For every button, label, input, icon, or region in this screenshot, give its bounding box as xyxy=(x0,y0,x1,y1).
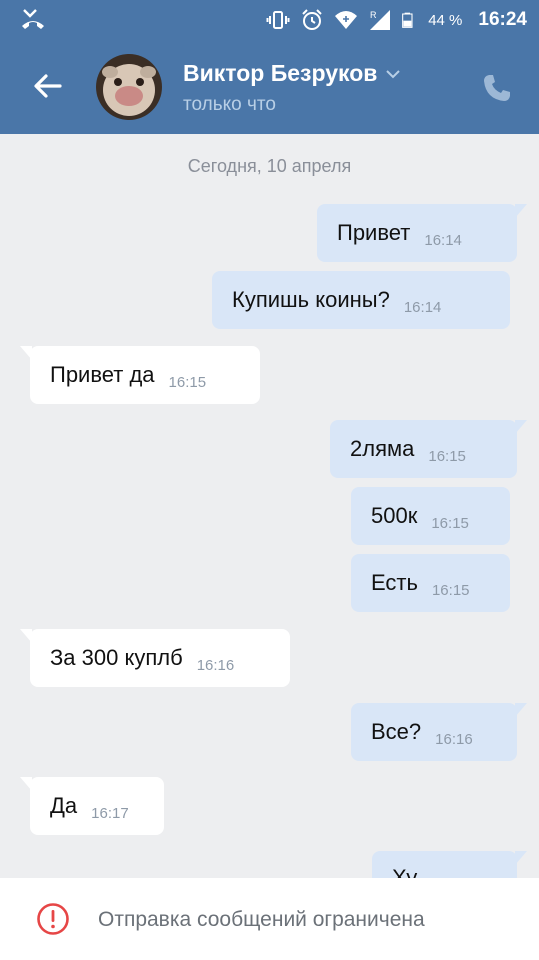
message-incoming[interactable]: За 300 куплб 16:16 xyxy=(20,629,290,687)
alarm-icon xyxy=(302,9,322,30)
message-time: 16:16 xyxy=(196,656,235,674)
contact-name: Виктор Безруков xyxy=(183,60,378,86)
message-incoming[interactable]: Да 16:17 xyxy=(20,777,164,835)
message-list[interactable]: Сегодня, 10 апреля Привет 16:14 Купишь к… xyxy=(0,134,539,878)
bubble-tail xyxy=(515,851,527,865)
message-text: Купишь коины? xyxy=(232,287,390,312)
message-text: Ху xyxy=(392,865,418,878)
clock: 16:24 xyxy=(478,9,527,30)
bubble-tail xyxy=(515,420,527,434)
wifi-icon xyxy=(335,11,358,29)
avatar-image xyxy=(96,54,162,120)
svg-text:R: R xyxy=(370,10,377,20)
warning-circle-icon xyxy=(37,903,69,935)
message-outgoing[interactable]: 500к 16:15 xyxy=(351,487,510,545)
message-time: 16:14 xyxy=(424,231,462,249)
date-separator: Сегодня, 10 апреля xyxy=(187,156,352,176)
message-text: Привет да xyxy=(50,362,155,387)
chevron-down-icon xyxy=(386,69,401,78)
message-outgoing[interactable]: Привет 16:14 xyxy=(317,204,527,262)
bubble-tail xyxy=(515,703,527,717)
chat-header: Виктор Безруков только что xyxy=(0,40,539,134)
status-icons: R 44 % 16:24 xyxy=(266,0,527,40)
phone-icon[interactable] xyxy=(481,72,513,104)
missed-call-icon xyxy=(22,9,44,29)
signal-icon: R xyxy=(370,10,391,30)
status-bar: R 44 % 16:24 xyxy=(0,0,539,40)
message-time: 16:15 xyxy=(428,447,466,465)
restriction-notice: Отправка сообщений ограничена xyxy=(98,908,425,931)
contact-name-row[interactable]: Виктор Безруков xyxy=(183,60,401,87)
message-text: Все? xyxy=(371,719,422,744)
back-arrow-icon[interactable] xyxy=(30,68,66,104)
avatar[interactable] xyxy=(96,54,162,120)
bubble-tail xyxy=(20,346,32,360)
message-text: Есть xyxy=(371,570,418,595)
message-time: 16:16 xyxy=(435,730,473,748)
message-text: 500к xyxy=(371,503,418,528)
bubble-tail xyxy=(20,777,32,791)
message-incoming[interactable]: Привет да 16:15 xyxy=(20,346,260,404)
message-outgoing[interactable]: Все? 16:16 xyxy=(351,703,527,761)
battery-icon xyxy=(402,12,413,28)
message-outgoing[interactable]: 2ляма 16:15 xyxy=(330,420,527,478)
message-outgoing[interactable]: Ху xyxy=(372,851,527,878)
battery-percent: 44 % xyxy=(428,11,463,29)
message-outgoing[interactable]: Есть 16:15 xyxy=(351,554,510,612)
message-text: Да xyxy=(50,793,78,818)
bubble-tail xyxy=(20,629,32,643)
message-time: 16:15 xyxy=(431,514,469,532)
message-text: 2ляма xyxy=(350,436,415,461)
message-outgoing[interactable]: Купишь коины? 16:14 xyxy=(212,271,510,329)
vibrate-icon xyxy=(266,11,290,29)
bubble-tail xyxy=(515,204,527,218)
message-time: 16:17 xyxy=(91,804,129,822)
message-time: 16:15 xyxy=(168,373,207,391)
messaging-restricted-bar: Отправка сообщений ограничена xyxy=(0,878,539,960)
message-text: За 300 куплб xyxy=(50,645,183,670)
contact-status: только что xyxy=(183,94,276,115)
message-text: Привет xyxy=(337,220,411,245)
message-time: 16:14 xyxy=(403,298,442,316)
message-time: 16:15 xyxy=(431,581,470,599)
